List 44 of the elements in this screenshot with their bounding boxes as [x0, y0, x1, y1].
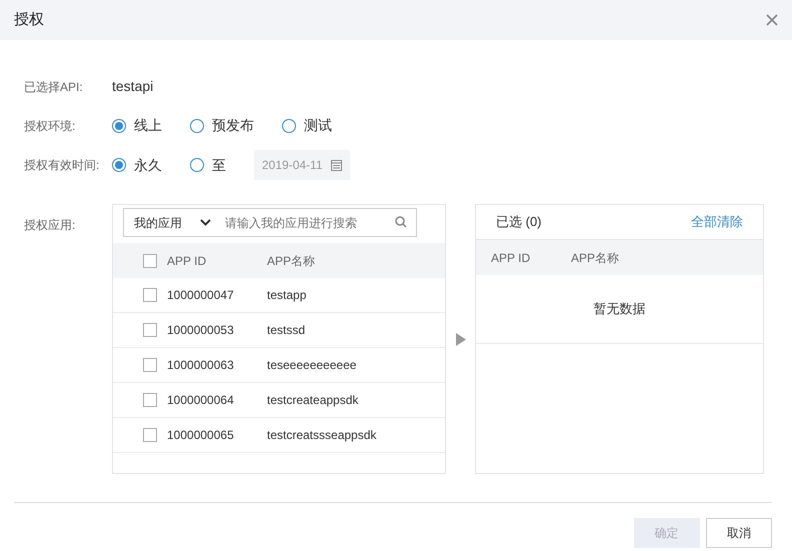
table-cell-text: testapp [267, 287, 306, 304]
column-header: APP ID [167, 252, 208, 270]
close-icon[interactable] [766, 14, 778, 26]
table-cell-text: 1000000064 [167, 392, 235, 409]
radio-label: 至 [212, 156, 226, 174]
dialog-button[interactable]: 取消 [706, 518, 772, 548]
calendar-icon [330, 160, 342, 170]
checkbox[interactable] [143, 323, 157, 337]
column-header: APP名称 [267, 252, 316, 270]
checkbox[interactable] [143, 428, 157, 442]
empty-message: 暂无数据 [476, 275, 763, 344]
column-header: APP名称 [571, 250, 620, 266]
radio-label: 预发布 [212, 116, 254, 135]
table-cell-text: testcreateappsdk [267, 392, 358, 409]
checkbox[interactable] [143, 254, 157, 268]
move-right-icon[interactable] [456, 332, 466, 346]
radio-label: 永久 [134, 156, 162, 174]
radio-button[interactable] [190, 158, 204, 172]
table-cell-text: 1000000065 [167, 427, 235, 444]
checkbox[interactable] [143, 358, 157, 372]
table-cell-text: 1000000047 [167, 287, 235, 304]
radio-button[interactable] [112, 118, 126, 132]
radio-label: 测试 [304, 116, 332, 135]
radio-label: 线上 [134, 116, 162, 135]
dialog-title: 授权 [14, 10, 44, 30]
clear-all-link[interactable]: 全部清除 [691, 212, 743, 232]
date-field[interactable]: 2019-04-11 [254, 150, 350, 180]
table-cell-text: testcreatssseappsdk [267, 427, 376, 444]
panel-title: 已选 (0) [496, 213, 542, 232]
table-cell-text: 1000000053 [167, 322, 235, 339]
table-cell-text: teseeeeeeeeeee [267, 357, 356, 374]
radio-button[interactable] [282, 118, 296, 132]
field-label: 授权有效时间: [24, 157, 100, 174]
checkbox[interactable] [143, 393, 157, 407]
radio-button[interactable] [112, 158, 126, 172]
table-cell-text: 1000000063 [167, 357, 235, 374]
field-label: 已选择API: [24, 78, 84, 96]
column-header: APP ID [490, 250, 532, 266]
checkbox[interactable] [143, 288, 157, 302]
field-label: 授权应用: [24, 217, 76, 234]
api-name: testapi [112, 77, 154, 96]
table-cell-text: testssd [267, 322, 306, 339]
field-label: 授权环境: [24, 118, 76, 134]
radio-button[interactable] [190, 118, 204, 132]
